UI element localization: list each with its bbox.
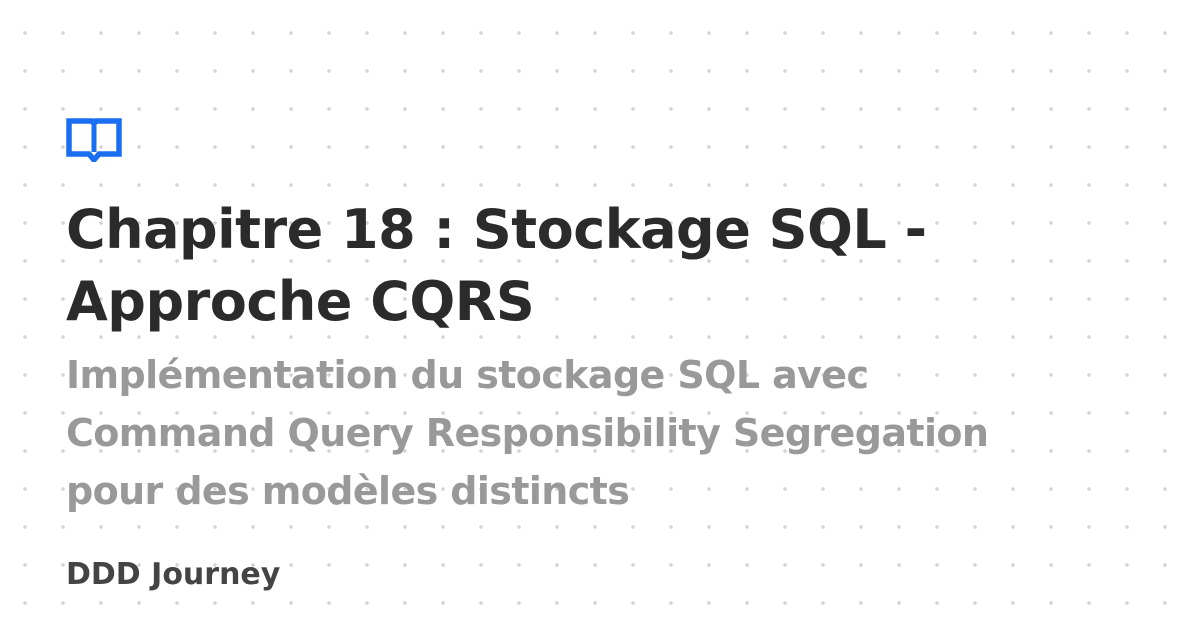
page-subtitle: Implémentation du stockage SQL avec Comm… <box>66 353 989 513</box>
page-title: Chapitre 18 : Stockage SQL - Approche CQ… <box>66 198 927 333</box>
open-book-icon <box>66 118 122 162</box>
site-name: DDD Journey <box>66 557 281 592</box>
card-content: Chapitre 18 : Stockage SQL - Approche CQ… <box>66 118 1166 520</box>
